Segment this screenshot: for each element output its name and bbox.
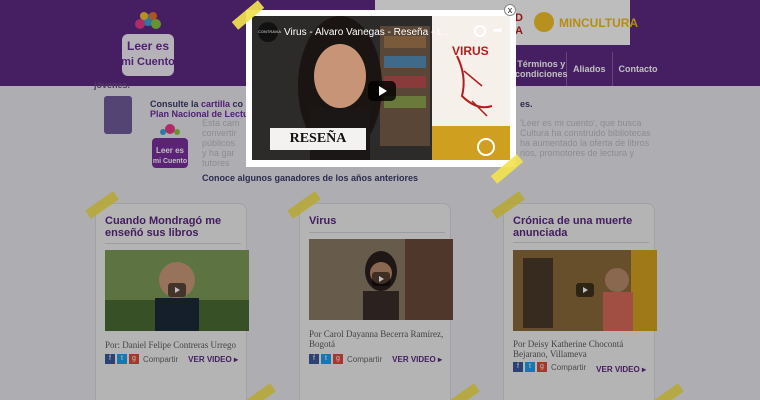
resena-badge: RESEÑA: [270, 128, 366, 150]
video-player[interactable]: CONTRAVIA Virus - Alvaro Vanegas - Reseñ…: [252, 16, 510, 160]
video-title[interactable]: Virus - Alvaro Vanegas - Reseña - Lee...: [284, 27, 454, 38]
page: Leer es mi Cuento D A MINCULTURA Término…: [0, 0, 760, 400]
channel-avatar[interactable]: CONTRAVIA: [258, 22, 281, 42]
replay-icon[interactable]: [477, 138, 495, 156]
book-title-virus: VIRUS: [452, 44, 489, 58]
video-modal: CONTRAVIA Virus - Alvaro Vanegas - Reseñ…: [246, 10, 516, 167]
watch-later-icon[interactable]: [474, 25, 486, 37]
share-video-icon[interactable]: ➦: [493, 23, 503, 37]
close-icon[interactable]: x: [504, 4, 516, 16]
play-button-icon[interactable]: [368, 81, 396, 101]
